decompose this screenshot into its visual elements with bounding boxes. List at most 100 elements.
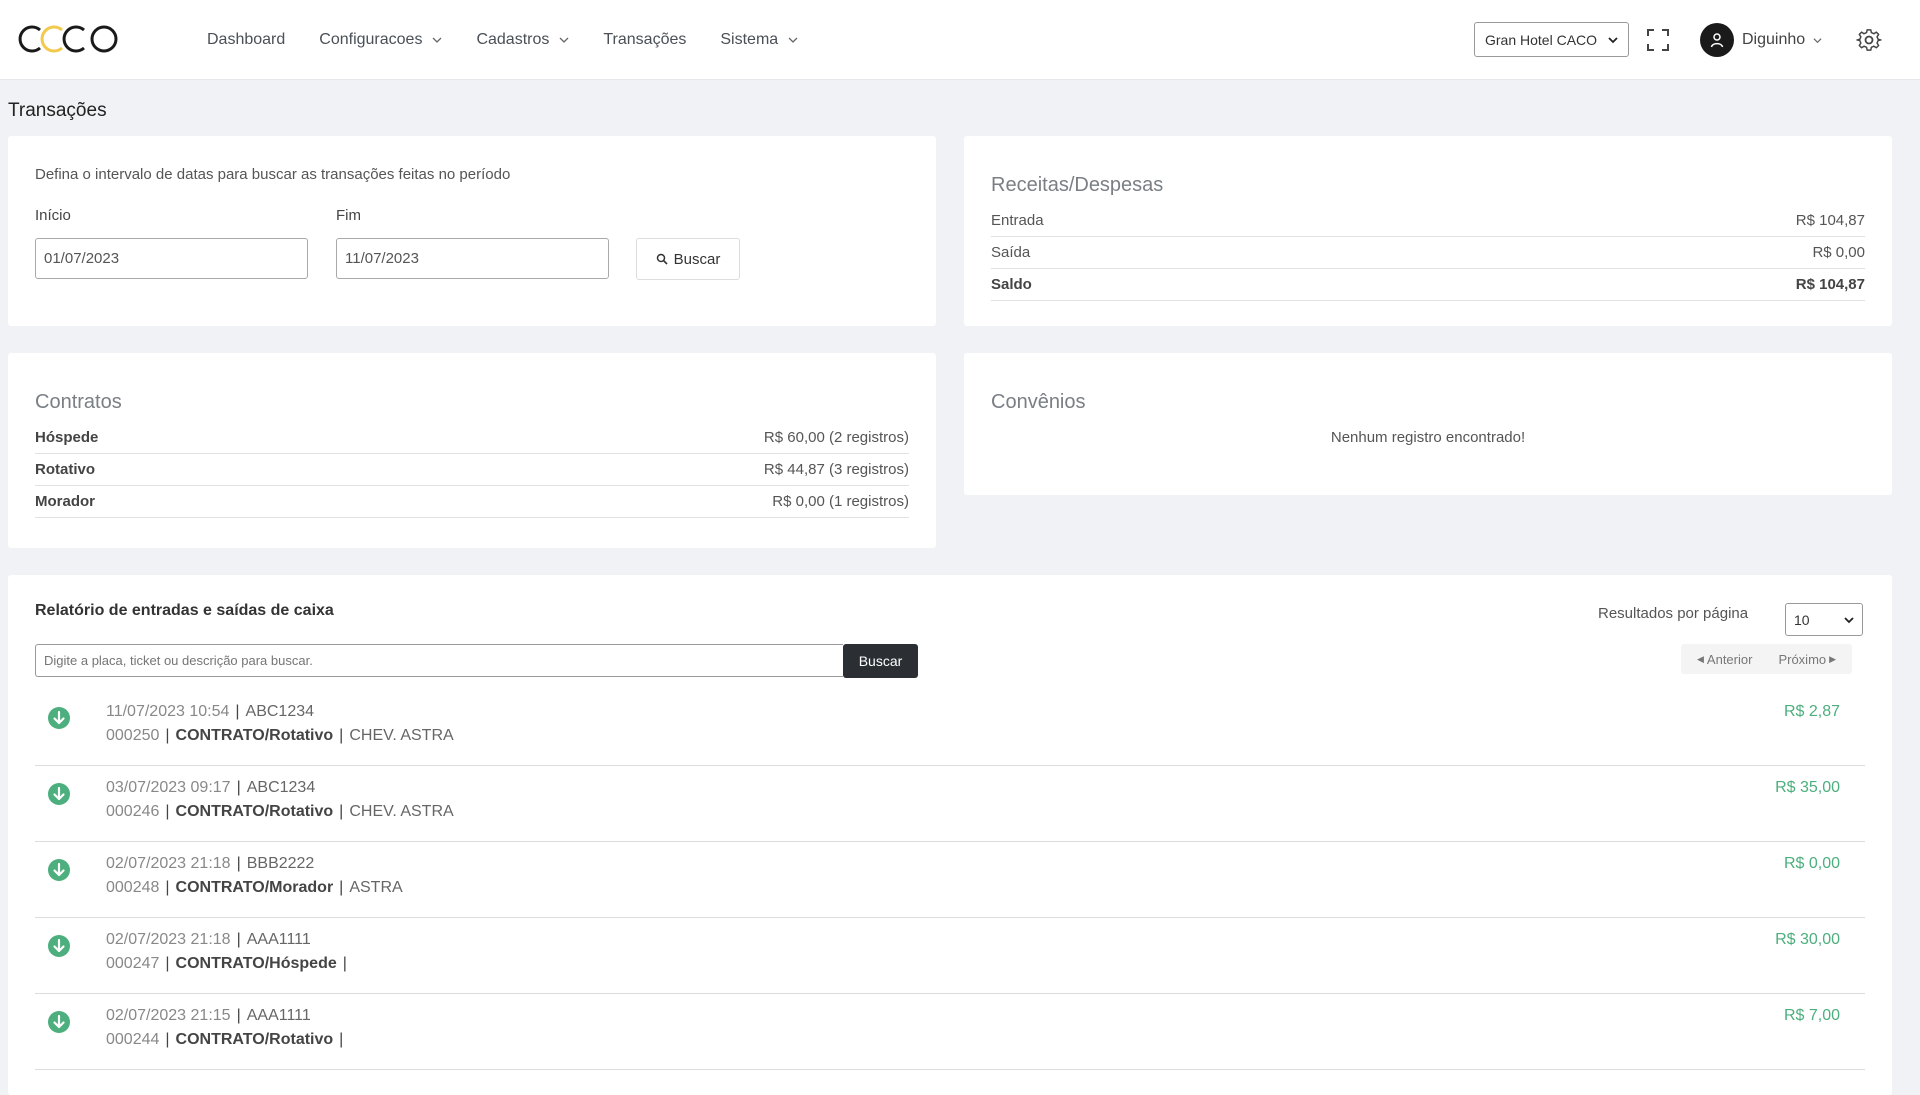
contrato-label: Morador: [35, 493, 95, 510]
per-page-select[interactable]: 10: [1785, 603, 1863, 636]
transaction-datetime: 11/07/2023 10:54: [106, 703, 230, 720]
contratos-title: Contratos: [35, 391, 122, 413]
user-menu[interactable]: Diguinho: [1700, 22, 1822, 58]
transaction-row[interactable]: 02/07/2023 21:18 | BBB2222 000248 | CONTRATO…: [35, 842, 1865, 918]
nav-dashboard[interactable]: Dashboard: [207, 31, 285, 49]
relatorio-card: Relatório de entradas e saídas de caixa …: [8, 575, 1892, 1095]
transaction-details: 000244 | CONTRATO/Rotativo |: [106, 1031, 344, 1048]
arrow-down-circle-icon: [48, 707, 70, 729]
transaction-model: CHEV. ASTRA: [349, 803, 454, 820]
transaction-amount: R$ 7,00: [1783, 1007, 1840, 1024]
nav-label: Cadastros: [476, 31, 550, 48]
contrato-row-morador: Morador R$ 0,00 (1 registros): [35, 486, 909, 518]
search-dates-label: Buscar: [673, 250, 721, 268]
next-page-button[interactable]: Próximo ▶: [1765, 644, 1852, 674]
transaction-header: 02/07/2023 21:15 | AAA1111: [106, 1007, 311, 1024]
arrow-down-circle-icon: [48, 859, 70, 881]
receitas-title: Receitas/Despesas: [991, 174, 1164, 196]
transaction-row[interactable]: 11/07/2023 10:54 | ABC1234 000250 | CONTRATO…: [35, 690, 1865, 766]
contrato-row-hospede: Hóspede R$ 60,00 (2 registros): [35, 422, 909, 454]
nav-label: Configuracoes: [319, 31, 423, 48]
nav-configuracoes[interactable]: Configuracoes: [319, 31, 442, 49]
transaction-row[interactable]: 02/07/2023 21:18 | AAA1111 000247 | CONTRATO…: [35, 918, 1865, 994]
transaction-plate: AAA1111: [246, 931, 311, 948]
report-search-input[interactable]: [35, 644, 843, 677]
nav-label: Sistema: [720, 31, 779, 48]
summary-label: Saída: [991, 244, 1031, 261]
nav-transacoes[interactable]: Transações: [603, 31, 686, 49]
transaction-details: 000250 | CONTRATO/Rotativo | CHEV. ASTRA: [106, 727, 454, 744]
hotel-select[interactable]: Gran Hotel CACO: [1474, 22, 1629, 57]
summary-value: R$ 0,00: [1812, 244, 1865, 261]
transaction-amount: R$ 35,00: [1775, 779, 1840, 796]
summary-label: Saldo: [991, 276, 1032, 293]
transaction-ticket: 000250: [106, 727, 160, 744]
transaction-ticket: 000248: [106, 879, 160, 896]
nav-cadastros[interactable]: Cadastros: [476, 31, 569, 49]
transaction-amount: R$ 2,87: [1783, 703, 1840, 720]
transaction-amount: R$ 30,00: [1775, 931, 1840, 948]
caco-logo[interactable]: [18, 22, 120, 56]
transaction-ticket: 000246: [106, 803, 160, 820]
gear-icon[interactable]: [1856, 27, 1882, 53]
avatar: [1700, 23, 1734, 57]
summary-row-saida: Saída R$ 0,00: [991, 237, 1865, 269]
start-date-input[interactable]: [35, 238, 308, 279]
transaction-plate: ABC1234: [245, 703, 315, 720]
transaction-type: CONTRATO/Rotativo: [175, 803, 334, 820]
top-navbar: Dashboard Configuracoes Cadastros Transa…: [0, 0, 1920, 80]
contrato-label: Hóspede: [35, 429, 99, 446]
chevron-down-icon: [1813, 37, 1822, 43]
summary-value: R$ 104,87: [1795, 212, 1865, 229]
user-icon: [1710, 33, 1724, 48]
arrow-down-circle-icon: [48, 1011, 70, 1033]
chevron-down-icon: [788, 37, 798, 43]
chevron-down-icon: [432, 37, 442, 43]
transaction-amount: R$ 0,00: [1783, 855, 1840, 872]
end-date-input[interactable]: [336, 238, 609, 279]
nav-label: Transações: [603, 31, 687, 48]
search-dates-button[interactable]: Buscar: [636, 238, 740, 280]
next-label: Próximo: [1778, 651, 1827, 667]
transaction-ticket: 000247: [106, 955, 160, 972]
chevron-down-icon: [1844, 616, 1854, 623]
transaction-datetime: 02/07/2023 21:15: [106, 1007, 231, 1024]
transaction-row[interactable]: 02/07/2023 21:15 | AAA1111 000244 | CONTRATO…: [35, 994, 1865, 1070]
transaction-model: ASTRA: [349, 879, 403, 896]
transaction-type: CONTRATO/Hóspede: [175, 955, 337, 972]
fullscreen-icon[interactable]: [1645, 27, 1671, 53]
transaction-details: 000247 | CONTRATO/Hóspede |: [106, 955, 347, 972]
search-icon: [656, 253, 668, 265]
per-page-label: Resultados por página: [1598, 605, 1749, 622]
contrato-value: R$ 60,00 (2 registros): [763, 429, 909, 446]
nav-sistema[interactable]: Sistema: [720, 31, 798, 49]
chevron-down-icon: [1608, 36, 1618, 43]
user-name: Diguinho: [1742, 31, 1806, 48]
transaction-ticket: 000244: [106, 1031, 160, 1048]
transaction-model: CHEV. ASTRA: [349, 727, 454, 744]
hotel-select-value: Gran Hotel CACO: [1485, 31, 1598, 48]
contrato-value: R$ 0,00 (1 registros): [772, 493, 909, 510]
transaction-header: 02/07/2023 21:18 | AAA1111: [106, 931, 311, 948]
main-menu: Dashboard Configuracoes Cadastros Transa…: [207, 0, 832, 80]
transaction-row[interactable]: 03/07/2023 09:17 | ABC1234 000246 | CONTRATO…: [35, 766, 1865, 842]
transaction-details: 000248 | CONTRATO/Morador | ASTRA: [106, 879, 403, 896]
nav-label: Dashboard: [207, 31, 286, 48]
caret-right-icon: ▶: [1829, 653, 1837, 664]
convenios-title: Convênios: [991, 391, 1086, 413]
per-page-value: 10: [1794, 611, 1810, 628]
transaction-header: 11/07/2023 10:54 | ABC1234: [106, 703, 315, 720]
transaction-datetime: 03/07/2023 09:17: [106, 779, 231, 796]
report-search-button[interactable]: Buscar: [843, 644, 918, 678]
transaction-type: CONTRATO/Rotativo: [175, 1031, 334, 1048]
caret-left-icon: ◀: [1697, 653, 1704, 664]
summary-row-entrada: Entrada R$ 104,87: [991, 205, 1865, 237]
transaction-plate: BBB2222: [246, 855, 315, 872]
transaction-datetime: 02/07/2023 21:18: [106, 855, 231, 872]
prev-page-button[interactable]: ◀ Anterior: [1681, 644, 1765, 674]
transaction-datetime: 02/07/2023 21:18: [106, 931, 231, 948]
transaction-header: 02/07/2023 21:18 | BBB2222: [106, 855, 315, 872]
relatorio-title: Relatório de entradas e saídas de caixa: [35, 602, 334, 619]
transaction-type: CONTRATO/Morador: [175, 879, 334, 896]
receitas-despesas-card: Receitas/Despesas Entrada R$ 104,87 Saíd…: [964, 136, 1892, 326]
